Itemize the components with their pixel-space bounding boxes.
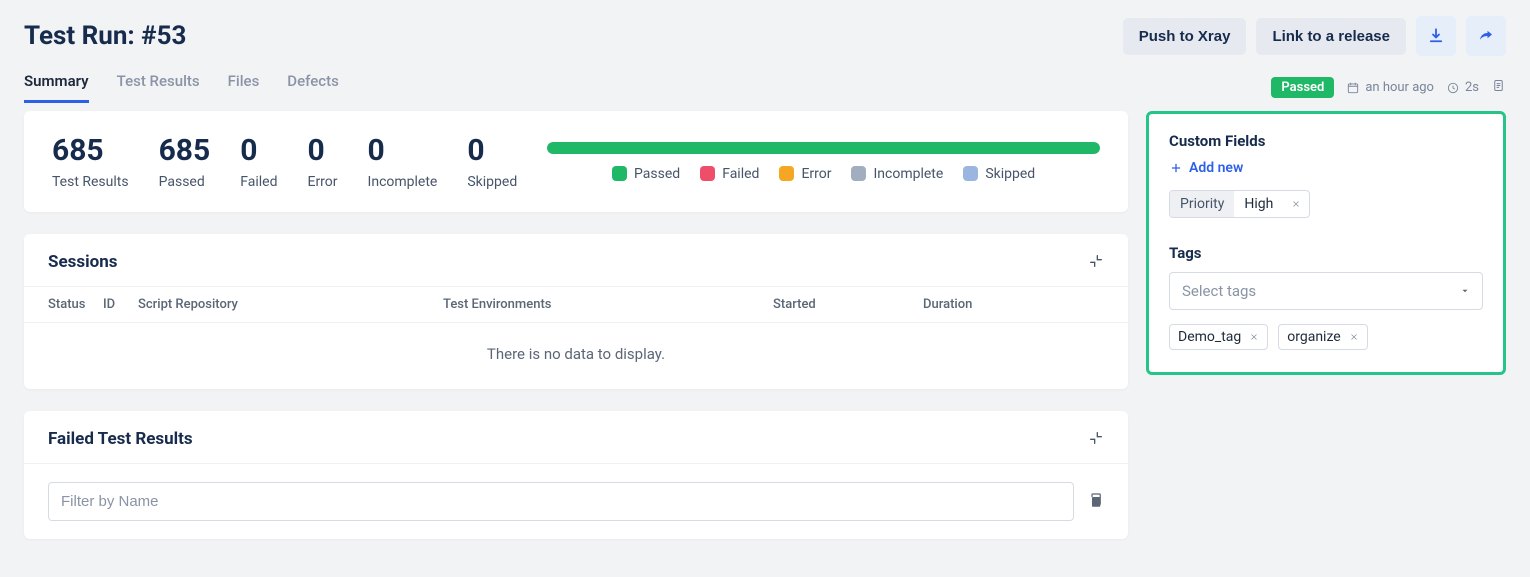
sessions-table-head: Status ID Script Repository Test Environ… [24,286,1128,323]
download-icon [1427,27,1445,45]
sessions-title: Sessions [48,252,117,272]
tab-test-results[interactable]: Test Results [117,72,200,103]
stat-test-results: 685 Test Results [52,133,129,190]
legend-skipped: Skipped [963,166,1035,182]
link-to-release-button[interactable]: Link to a release [1256,18,1406,55]
close-icon [1349,332,1359,342]
sessions-collapse-button[interactable] [1088,253,1104,272]
notes-icon-button[interactable] [1491,78,1506,97]
plus-icon [1169,161,1183,175]
meta-row: Passed an hour ago 2s [1271,77,1506,98]
remove-tag-button[interactable] [1349,332,1359,342]
timestamp: an hour ago [1346,80,1434,95]
tag-chip: Demo_tag [1169,324,1268,350]
sidebar-card: Custom Fields Add new Priority High Tags… [1146,111,1506,375]
tag-row: Demo_tag organize [1169,324,1483,350]
custom-field-value: High [1234,191,1283,217]
remove-tag-button[interactable] [1249,332,1259,342]
chevron-down-icon [1460,286,1470,296]
stat-failed: 0 Failed [240,133,277,190]
tag-label: organize [1287,329,1340,345]
failed-results-card: Failed Test Results [24,411,1128,539]
tags-select[interactable]: Select tags [1169,272,1483,310]
status-badge: Passed [1271,77,1334,98]
col-id: ID [103,297,138,312]
tab-defects[interactable]: Defects [287,72,339,103]
tag-label: Demo_tag [1178,329,1241,345]
legend-incomplete: Incomplete [851,166,943,182]
legend: Passed Failed Error Incomplete Skipped [547,166,1100,182]
remove-field-button[interactable] [1283,191,1309,217]
legend-passed: Passed [612,166,680,182]
col-env: Test Environments [443,297,773,312]
sessions-card: Sessions Status ID Script Repository Tes… [24,234,1128,389]
col-status: Status [48,297,103,312]
close-icon [1291,199,1301,209]
sessions-empty: There is no data to display. [24,323,1128,389]
custom-field-chip: Priority High [1169,190,1310,218]
tab-files[interactable]: Files [228,72,260,103]
stat-error: 0 Error [307,133,337,190]
tags-heading: Tags [1169,244,1483,262]
close-icon [1249,332,1259,342]
download-button[interactable] [1416,16,1456,56]
progress-wrap: Passed Failed Error Incomplete Skipped [547,142,1100,182]
copy-icon [1086,491,1104,509]
clock-icon [1446,81,1460,95]
col-duration: Duration [923,297,1104,312]
progress-fill-passed [547,142,1100,154]
share-icon [1477,27,1495,45]
tags-placeholder: Select tags [1182,282,1256,300]
failed-collapse-button[interactable] [1088,430,1104,449]
progress-bar [547,142,1100,154]
stat-skipped: 0 Skipped [467,133,517,190]
failed-results-title: Failed Test Results [48,429,193,449]
notes-icon [1491,78,1506,93]
custom-fields-heading: Custom Fields [1169,132,1483,150]
tabs: Summary Test Results Files Defects [24,72,339,103]
push-to-xray-button[interactable]: Push to Xray [1123,18,1247,55]
custom-field-key: Priority [1170,191,1234,217]
add-new-field-button[interactable]: Add new [1169,160,1483,176]
filter-by-name-input[interactable] [48,482,1074,521]
duration: 2s [1446,80,1479,95]
col-repo: Script Repository [138,297,443,312]
stats-card: 685 Test Results 685 Passed 0 Failed 0 E… [24,111,1128,212]
collapse-icon [1088,430,1104,446]
calendar-icon [1346,81,1360,95]
legend-failed: Failed [700,166,759,182]
legend-error: Error [779,166,831,182]
header-actions: Push to Xray Link to a release [1123,16,1506,56]
copy-button[interactable] [1086,491,1104,512]
page-title: Test Run: #53 [24,21,186,51]
share-button[interactable] [1466,16,1506,56]
stat-incomplete: 0 Incomplete [368,133,438,190]
col-started: Started [773,297,923,312]
tag-chip: organize [1278,324,1367,350]
tab-summary[interactable]: Summary [24,72,89,103]
stat-passed: 685 Passed [159,133,211,190]
collapse-icon [1088,253,1104,269]
